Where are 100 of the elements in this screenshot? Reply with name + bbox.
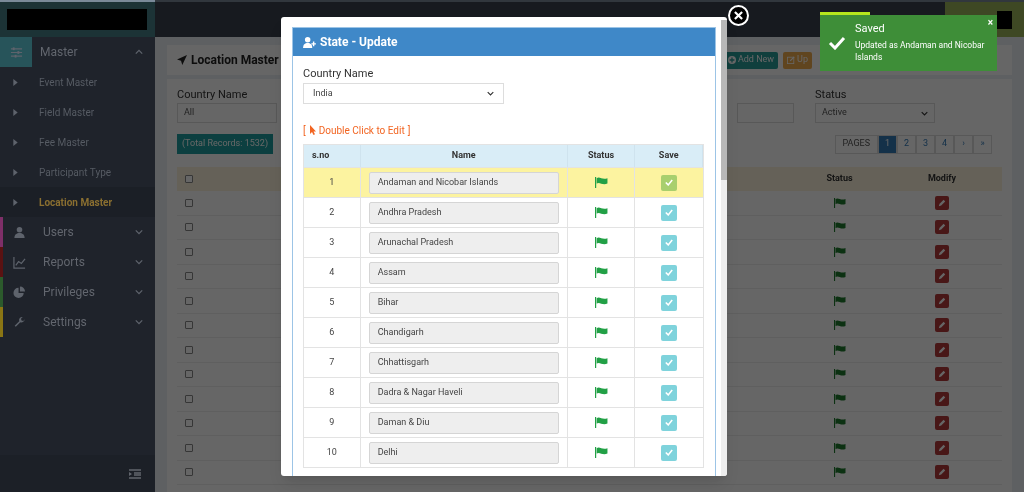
pagination-label: PAGES bbox=[834, 134, 878, 154]
checkbox[interactable] bbox=[185, 443, 193, 452]
checkbox[interactable] bbox=[185, 345, 193, 354]
chevron-down-icon bbox=[487, 90, 494, 97]
caret-right-icon bbox=[13, 78, 18, 86]
close-icon bbox=[734, 11, 743, 20]
pencil-icon bbox=[938, 247, 946, 256]
checkbox[interactable] bbox=[185, 419, 193, 428]
modal-header: State - Update bbox=[293, 28, 715, 56]
table-row[interactable]: 6 Chandigarh bbox=[304, 317, 703, 347]
caret-right-icon bbox=[13, 108, 18, 116]
edit-button[interactable] bbox=[935, 269, 949, 284]
edit-button[interactable] bbox=[935, 318, 949, 333]
checkbox[interactable] bbox=[185, 370, 193, 379]
table-row[interactable]: 10 Delhi bbox=[304, 437, 703, 467]
save-button[interactable] bbox=[661, 294, 678, 311]
check-icon bbox=[665, 419, 674, 426]
close-button[interactable]: × bbox=[987, 18, 993, 28]
user-icon bbox=[12, 225, 26, 239]
save-button[interactable] bbox=[661, 204, 678, 221]
table-row[interactable]: 4 Assam bbox=[304, 257, 703, 287]
input-field[interactable]: Assam bbox=[368, 261, 559, 284]
edit-button[interactable] bbox=[935, 220, 949, 235]
redaction-bar bbox=[997, 10, 1012, 29]
checkbox[interactable] bbox=[185, 468, 193, 477]
edit-button[interactable] bbox=[935, 465, 949, 480]
table-row[interactable]: 1 Andaman and Nicobar Islands bbox=[304, 167, 703, 197]
check-icon bbox=[665, 209, 674, 216]
pencil-icon bbox=[938, 419, 946, 428]
input-field[interactable]: Bihar bbox=[368, 291, 559, 314]
scrollbar-thumb[interactable] bbox=[721, 20, 727, 180]
checkbox[interactable] bbox=[185, 321, 193, 330]
checkbox[interactable] bbox=[185, 223, 193, 232]
select-field[interactable]: India bbox=[303, 83, 504, 104]
flag-icon bbox=[833, 197, 846, 208]
save-button[interactable] bbox=[661, 384, 678, 401]
pointer-icon bbox=[308, 125, 316, 135]
edit-button[interactable] bbox=[935, 293, 949, 308]
pencil-icon bbox=[938, 443, 946, 452]
save-button[interactable] bbox=[661, 174, 678, 191]
edit-button[interactable] bbox=[935, 367, 949, 382]
edit-button[interactable] bbox=[935, 342, 949, 357]
check-icon bbox=[665, 299, 674, 306]
pencil-icon bbox=[938, 321, 946, 330]
flag-icon bbox=[833, 271, 846, 282]
edit-button[interactable] bbox=[935, 440, 949, 455]
input-field[interactable]: Dadra & Nagar Haveli bbox=[368, 381, 559, 404]
input-field[interactable]: Daman & Diu bbox=[368, 411, 559, 434]
column-header: Status bbox=[825, 172, 854, 186]
save-button[interactable] bbox=[661, 234, 678, 251]
checkbox[interactable] bbox=[185, 247, 193, 256]
check-icon bbox=[665, 239, 674, 246]
edit-button[interactable] bbox=[935, 416, 949, 431]
input-field[interactable]: Andaman and Nicobar Islands bbox=[368, 171, 559, 194]
wrench-icon bbox=[12, 315, 26, 329]
save-button[interactable] bbox=[661, 324, 678, 341]
paper-plane-icon bbox=[177, 55, 187, 65]
bracket-text: ] bbox=[407, 123, 411, 138]
checkbox[interactable] bbox=[185, 198, 193, 207]
input-field[interactable]: Arunachal Pradesh bbox=[368, 231, 559, 254]
table-row[interactable]: 7 Chhattisgarh bbox=[304, 347, 703, 377]
scrollbar[interactable] bbox=[721, 20, 727, 476]
table-row[interactable]: 3 Arunachal Pradesh bbox=[304, 227, 703, 257]
edit-button[interactable] bbox=[935, 195, 949, 210]
save-button[interactable] bbox=[661, 354, 678, 371]
table-row[interactable]: 9 Daman & Diu bbox=[304, 407, 703, 437]
pencil-icon bbox=[938, 223, 946, 232]
checkbox[interactable] bbox=[185, 394, 193, 403]
check-icon bbox=[828, 36, 846, 50]
pencil-icon bbox=[938, 198, 946, 207]
table-row[interactable]: 8 Dadra & Nagar Haveli bbox=[304, 377, 703, 407]
table-row[interactable]: 2 Andhra Pradesh bbox=[304, 197, 703, 227]
check-icon bbox=[665, 389, 674, 396]
checkbox[interactable] bbox=[185, 296, 193, 305]
record-count-badge: (Total Records: 1532) bbox=[177, 134, 274, 154]
field-label: Country Name bbox=[177, 87, 248, 103]
edit-button[interactable] bbox=[935, 391, 949, 406]
checkbox[interactable] bbox=[185, 272, 193, 281]
caret-right-icon bbox=[13, 138, 18, 146]
pencil-icon bbox=[938, 370, 946, 379]
flag-icon bbox=[833, 418, 846, 429]
toast-title: Saved bbox=[855, 22, 886, 36]
save-button[interactable] bbox=[661, 414, 678, 431]
edit-button[interactable] bbox=[935, 244, 949, 259]
pencil-icon bbox=[938, 296, 946, 305]
flag-icon bbox=[833, 246, 846, 257]
bracket-text: [ bbox=[303, 123, 306, 138]
flag-icon bbox=[833, 467, 846, 478]
input-field[interactable]: Andhra Pradesh bbox=[368, 201, 559, 224]
column-header: Modify bbox=[926, 172, 958, 186]
save-button[interactable] bbox=[661, 264, 678, 281]
flag-icon bbox=[833, 442, 846, 453]
input-field[interactable]: Chhattisgarh bbox=[368, 351, 559, 374]
pencil-icon bbox=[938, 272, 946, 281]
save-button[interactable] bbox=[661, 444, 678, 461]
checkbox[interactable] bbox=[185, 175, 193, 183]
input-field[interactable]: Delhi bbox=[368, 441, 559, 464]
input-field[interactable]: Chandigarh bbox=[368, 321, 559, 344]
table-row[interactable]: 5 Bihar bbox=[304, 287, 703, 317]
flag-icon bbox=[833, 369, 846, 380]
